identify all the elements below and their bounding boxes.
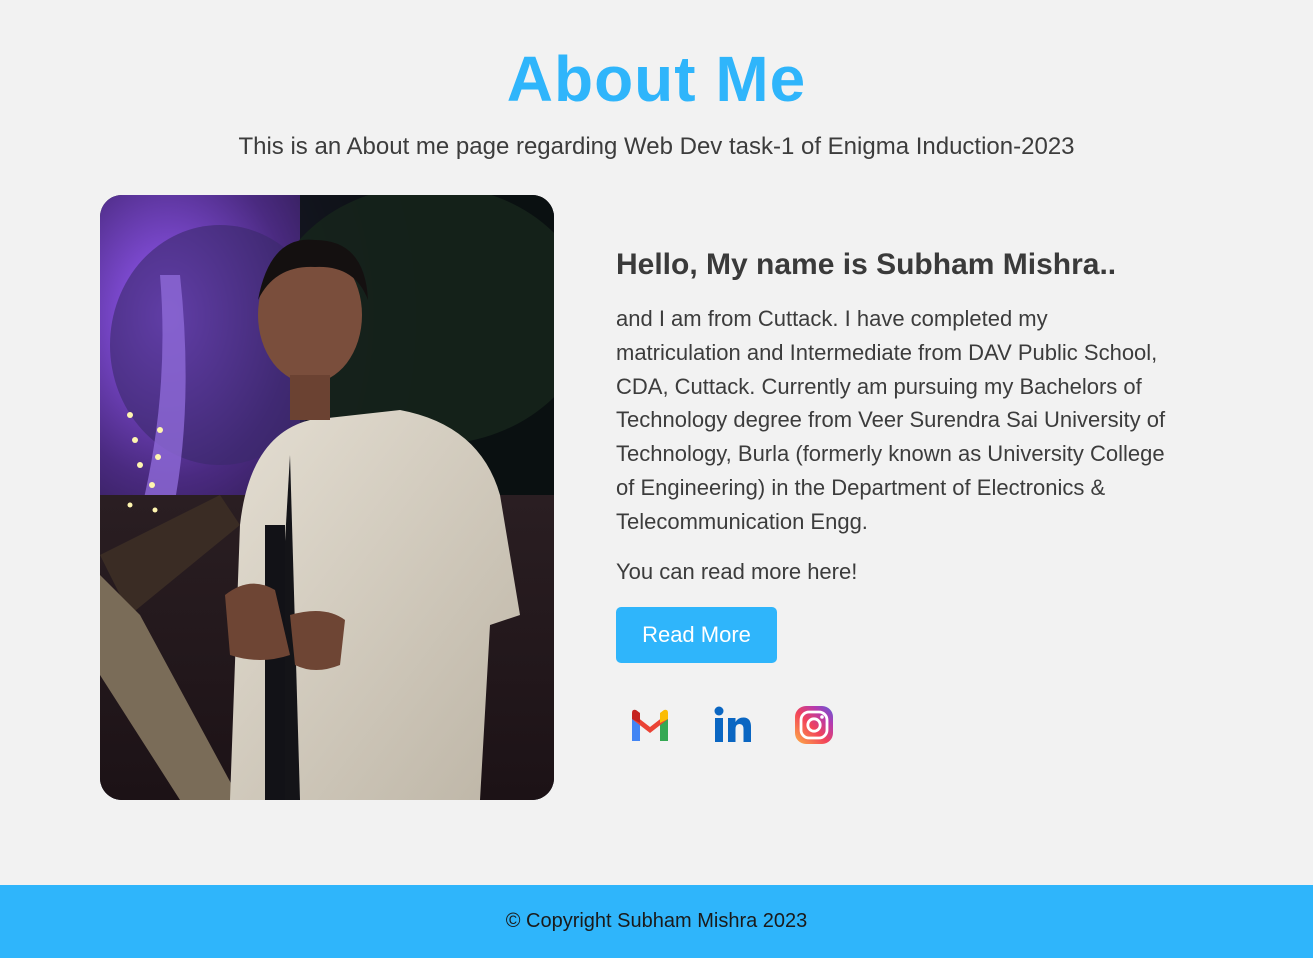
greeting-heading: Hello, My name is Subham Mishra.. [616, 248, 1117, 281]
read-more-button[interactable]: Read More [616, 606, 777, 663]
footer: © Copyright Subham Mishra 2023 [0, 885, 1313, 958]
bio-paragraph: and I am from Cuttack. I have completed … [616, 306, 1166, 534]
instagram-icon[interactable] [788, 699, 840, 751]
linkedin-icon[interactable] [706, 699, 758, 751]
page-title: About Me [506, 43, 807, 115]
gmail-icon[interactable] [624, 699, 676, 751]
copyright-text: © Copyright Subham Mishra 2023 [505, 910, 808, 932]
read-more-prompt: You can read more here! [616, 558, 858, 584]
profile-content: Hello, My name is Subham Mishra.. and I … [616, 246, 1186, 751]
social-links [616, 699, 1186, 751]
profile-photo [100, 195, 554, 800]
page-subtitle: This is an About me page regarding Web D… [238, 133, 1075, 160]
